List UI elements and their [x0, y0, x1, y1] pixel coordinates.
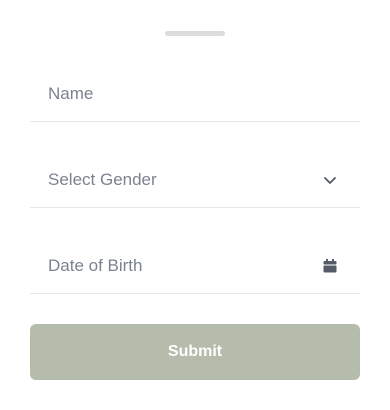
- date-of-birth-field[interactable]: Date of Birth: [30, 238, 360, 294]
- gender-select-label: Select Gender: [48, 170, 157, 189]
- date-of-birth-label: Date of Birth: [48, 256, 143, 275]
- name-field[interactable]: [30, 66, 360, 122]
- calendar-icon[interactable]: [322, 258, 338, 274]
- submit-button[interactable]: Submit: [30, 324, 360, 380]
- chevron-down-icon[interactable]: [322, 172, 338, 188]
- bottom-sheet: Select Gender Date of Birth Submit: [0, 0, 390, 410]
- drag-handle[interactable]: [165, 31, 225, 36]
- gender-select[interactable]: Select Gender: [30, 152, 360, 208]
- name-input[interactable]: [30, 66, 360, 121]
